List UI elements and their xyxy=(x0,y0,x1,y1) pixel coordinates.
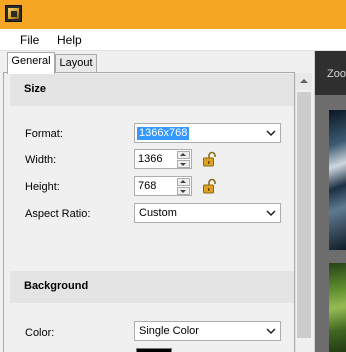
format-select[interactable]: 1366x768 xyxy=(134,123,281,143)
tab-general-label: General xyxy=(11,55,51,67)
color-value: Single Color xyxy=(139,325,199,337)
background-section-title: Background xyxy=(24,280,89,292)
preview-pane: Zoo xyxy=(314,51,346,352)
aspect-ratio-label: Aspect Ratio: xyxy=(25,208,91,220)
format-label: Format: xyxy=(25,128,63,140)
settings-panel: Size Format: 1366x768 Width: 1366 Height… xyxy=(3,72,295,352)
tab-strip: General Layout xyxy=(0,51,312,74)
height-value: 768 xyxy=(138,180,157,192)
app-icon[interactable] xyxy=(5,5,22,22)
width-spinner[interactable]: 1366 xyxy=(134,149,192,169)
aspect-ratio-value: Custom xyxy=(139,207,177,219)
preview-thumbnail[interactable] xyxy=(329,263,346,352)
height-spinner[interactable]: 768 xyxy=(134,176,192,196)
menu-bar: File Help xyxy=(0,29,346,51)
tab-layout[interactable]: Layout xyxy=(55,54,97,73)
color-swatch[interactable] xyxy=(136,348,172,352)
scroll-thumb[interactable] xyxy=(297,92,311,338)
scroll-up-button[interactable] xyxy=(296,73,312,90)
color-label: Color: xyxy=(25,327,55,339)
format-value: 1366x768 xyxy=(137,127,190,140)
size-section-title: Size xyxy=(24,83,47,95)
chevron-down-icon xyxy=(266,328,276,335)
aspect-ratio-select[interactable]: Custom xyxy=(134,203,281,223)
preview-thumbnail[interactable] xyxy=(329,110,346,250)
title-bar xyxy=(0,0,346,29)
height-label: Height: xyxy=(25,181,60,193)
background-section-header: Background xyxy=(10,271,294,303)
chevron-down-icon xyxy=(266,130,276,137)
height-increment-button[interactable] xyxy=(177,178,190,186)
width-increment-button[interactable] xyxy=(177,151,190,159)
tab-general[interactable]: General xyxy=(7,52,55,74)
width-lock-icon[interactable] xyxy=(202,151,218,167)
chevron-down-icon xyxy=(266,210,276,217)
color-select[interactable]: Single Color xyxy=(134,321,281,341)
size-section-header: Size xyxy=(10,74,294,106)
zoom-toolbar: Zoo xyxy=(315,51,346,95)
menu-file[interactable]: File xyxy=(18,32,41,49)
height-decrement-button[interactable] xyxy=(177,187,190,195)
menu-help[interactable]: Help xyxy=(55,32,84,49)
width-value: 1366 xyxy=(138,153,163,165)
height-lock-icon[interactable] xyxy=(202,178,218,194)
vertical-scrollbar[interactable] xyxy=(295,73,312,352)
zoom-label[interactable]: Zoo xyxy=(327,68,346,81)
width-decrement-button[interactable] xyxy=(177,160,190,168)
width-label: Width: xyxy=(25,154,57,166)
tab-layout-label: Layout xyxy=(59,57,93,69)
